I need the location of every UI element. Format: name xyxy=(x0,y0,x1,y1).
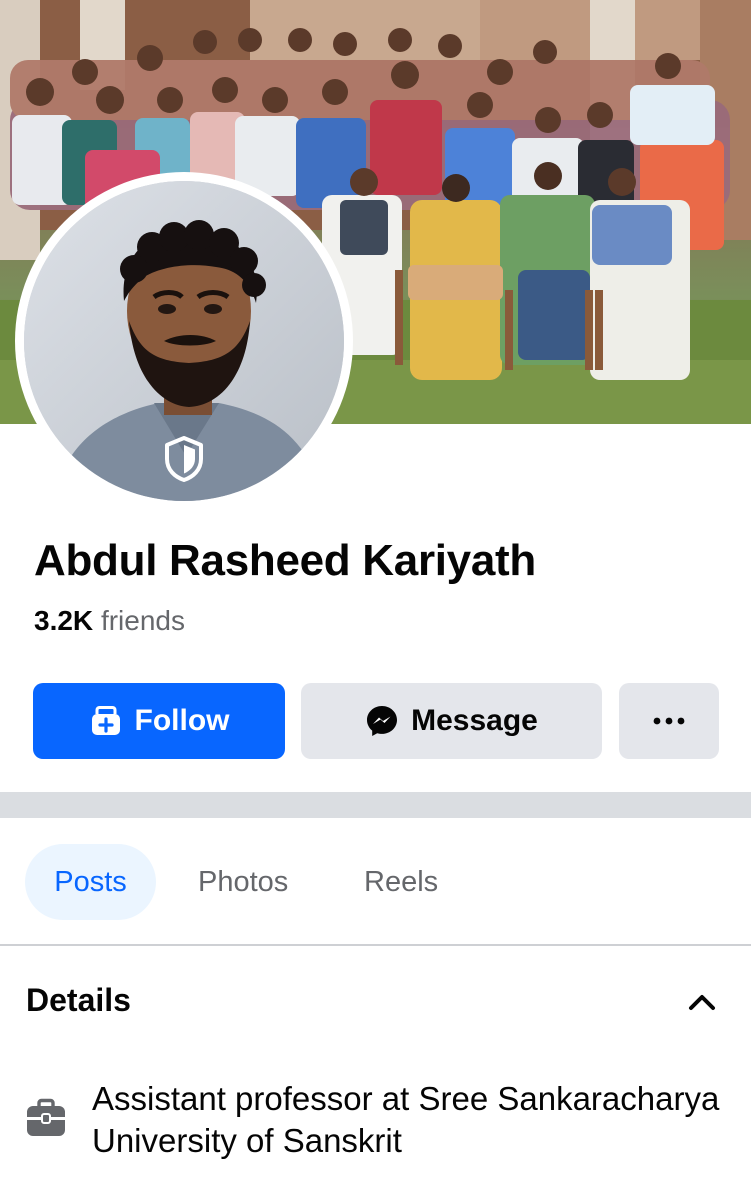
profile-name: Abdul Rasheed Kariyath xyxy=(34,536,536,585)
chevron-up-icon[interactable] xyxy=(686,986,718,1018)
tab-photos[interactable]: Photos xyxy=(198,844,288,920)
messenger-icon xyxy=(365,704,399,738)
friends-count-value: 3.2K xyxy=(34,605,94,636)
friends-label: friends xyxy=(100,605,185,636)
details-heading: Details xyxy=(26,982,131,1018)
follow-icon xyxy=(89,706,123,736)
message-label: Message xyxy=(411,704,538,737)
shield-icon xyxy=(165,436,203,482)
tabs-divider xyxy=(0,944,751,946)
work-detail: Assistant professor at Sree Sankarachary… xyxy=(92,1080,720,1159)
more-icon xyxy=(653,717,685,725)
section-divider xyxy=(0,792,751,818)
friends-count[interactable]: 3.2K friends xyxy=(34,605,185,637)
tab-reels[interactable]: Reels xyxy=(364,844,438,920)
tab-posts[interactable]: Posts xyxy=(25,844,156,920)
message-button[interactable]: Message xyxy=(301,683,602,759)
more-options-button[interactable] xyxy=(619,683,719,759)
follow-button[interactable]: Follow xyxy=(33,683,285,759)
briefcase-icon xyxy=(27,1098,65,1136)
follow-label: Follow xyxy=(134,704,230,737)
